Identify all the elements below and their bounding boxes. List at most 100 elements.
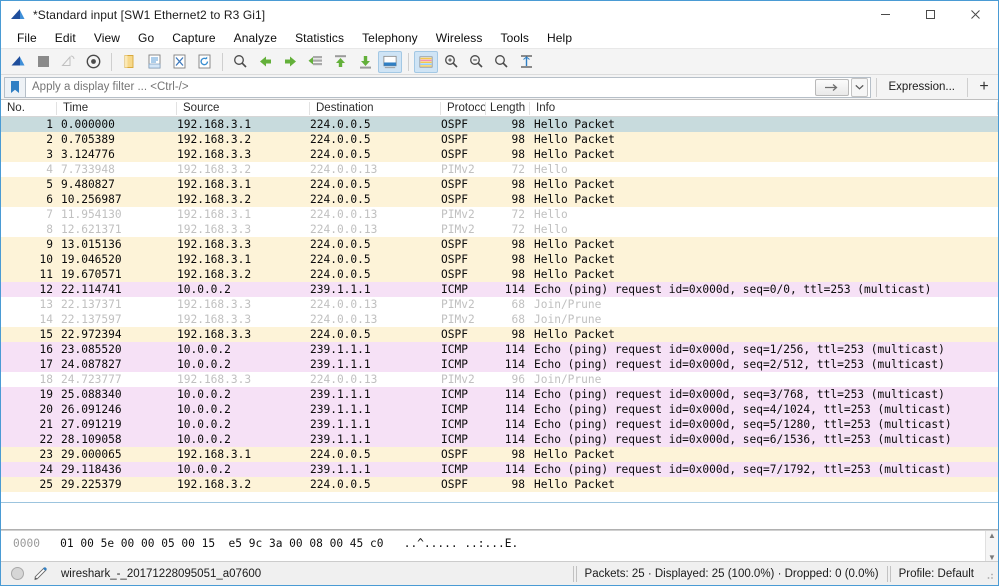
packet-row[interactable]: 9 13.015136 192.168.3.3 224.0.0.5 OSPF 98 Hell…: [1, 237, 998, 252]
expression-button[interactable]: Expression...: [882, 78, 962, 96]
packet-row[interactable]: 12 22.114741 10.0.0.2 239.1.1.1 ICMP 114 Echo …: [1, 282, 998, 297]
packet-row[interactable]: 14 22.137597 192.168.3.3 224.0.0.13 PIMv2 68 J…: [1, 312, 998, 327]
go-back-button[interactable]: [253, 51, 277, 73]
packet-row[interactable]: 23 29.000065 192.168.3.1 224.0.0.5 OSPF 98 Hel…: [1, 447, 998, 462]
menu-analyze[interactable]: Analyze: [225, 29, 286, 48]
packet-cell-time: 22.137371: [61, 298, 122, 311]
chevron-up-icon[interactable]: ▲: [988, 531, 996, 540]
minimize-button[interactable]: [863, 1, 908, 28]
menu-capture[interactable]: Capture: [163, 29, 224, 48]
packet-cell-length: 72: [511, 163, 525, 176]
menu-tools[interactable]: Tools: [492, 29, 539, 48]
packet-row[interactable]: 8 12.621371 192.168.3.3 224.0.0.13 PIMv2 72 He…: [1, 222, 998, 237]
column-header-info[interactable]: Info: [530, 100, 998, 117]
search-input[interactable]: [26, 80, 815, 94]
bytes-pane-scrollbar[interactable]: ▲ ▼: [985, 531, 998, 561]
packet-row[interactable]: 22 28.109058 10.0.0.2 239.1.1.1 ICMP 114 Echo …: [1, 432, 998, 447]
column-header-destination[interactable]: Destination: [310, 100, 441, 117]
bookmark-icon[interactable]: [4, 76, 25, 98]
packet-row[interactable]: 18 24.723777 192.168.3.3 224.0.0.13 PIMv2 96 J…: [1, 372, 998, 387]
resize-columns-button[interactable]: [514, 51, 538, 73]
menu-wireless[interactable]: Wireless: [427, 29, 492, 48]
packet-cell-length: 98: [511, 133, 525, 146]
packet-cell-info: Hello Packet: [534, 133, 615, 146]
packet-row[interactable]: 2 0.705389 192.168.3.2 224.0.0.5 OSPF 98 Hello…: [1, 132, 998, 147]
chevron-down-icon[interactable]: ▼: [988, 553, 996, 561]
stop-capture-button[interactable]: [31, 51, 55, 73]
zoom-reset-button[interactable]: [489, 51, 513, 73]
packet-row[interactable]: 7 11.954130 192.168.3.1 224.0.0.13 PIMv2 72 He…: [1, 207, 998, 222]
reload-file-button[interactable]: [192, 51, 216, 73]
packet-row[interactable]: 3 3.124776 192.168.3.3 224.0.0.5 OSPF 98 Hello…: [1, 147, 998, 162]
packet-row[interactable]: 11 19.670571 192.168.3.2 224.0.0.5 OSPF 98 Hel…: [1, 267, 998, 282]
resize-grip-icon[interactable]: [981, 567, 995, 581]
packet-row[interactable]: 4 7.733948 192.168.3.2 224.0.0.13 PIMv2 72 Hel…: [1, 162, 998, 177]
packet-cell-protocol: ICMP: [441, 433, 468, 446]
column-header-length[interactable]: Length: [486, 100, 530, 117]
find-packet-button[interactable]: [228, 51, 252, 73]
packet-row[interactable]: 10 19.046520 192.168.3.1 224.0.0.5 OSPF 98 Hel…: [1, 252, 998, 267]
packet-row[interactable]: 16 23.085520 10.0.0.2 239.1.1.1 ICMP 114 Echo …: [1, 342, 998, 357]
column-header-time[interactable]: Time: [57, 100, 177, 117]
menu-telephony[interactable]: Telephony: [353, 29, 427, 48]
status-bar: wireshark_-_20171228095051_a07600 Packet…: [1, 561, 998, 585]
go-to-first-packet-button[interactable]: [328, 51, 352, 73]
packet-cell-destination: 224.0.0.5: [310, 133, 371, 146]
packet-row[interactable]: 19 25.088340 10.0.0.2 239.1.1.1 ICMP 114 Echo …: [1, 387, 998, 402]
zoom-in-button[interactable]: [439, 51, 463, 73]
capture-options-button[interactable]: [81, 51, 105, 73]
packet-row[interactable]: 1 0.000000 192.168.3.1 224.0.0.5 OSPF 98 Hello…: [1, 117, 998, 132]
menu-view[interactable]: View: [85, 29, 129, 48]
packet-cell-protocol: PIMv2: [441, 208, 475, 221]
annotation-pencil-icon[interactable]: [33, 566, 49, 582]
packet-list-rows[interactable]: 1 0.000000 192.168.3.1 224.0.0.5 OSPF 98 Hello…: [1, 117, 998, 502]
apply-filter-button[interactable]: [814, 78, 849, 96]
profile-label[interactable]: Profile: Default: [892, 568, 981, 580]
packet-row[interactable]: 20 26.091246 10.0.0.2 239.1.1.1 ICMP 114 Echo …: [1, 402, 998, 417]
save-file-button[interactable]: [142, 51, 166, 73]
go-forward-button[interactable]: [278, 51, 302, 73]
packet-cell-info: Join/Prune: [534, 313, 602, 326]
packet-cell-source: 192.168.3.1: [177, 208, 252, 221]
packet-row[interactable]: 15 22.972394 192.168.3.3 224.0.0.5 OSPF 98 Hel…: [1, 327, 998, 342]
packet-row[interactable]: 21 27.091219 10.0.0.2 239.1.1.1 ICMP 114 Echo …: [1, 417, 998, 432]
packet-cell-no: 1: [46, 118, 53, 131]
column-header-source[interactable]: Source: [177, 100, 310, 117]
restart-capture-button[interactable]: [56, 51, 80, 73]
packet-row[interactable]: 13 22.137371 192.168.3.3 224.0.0.13 PIMv2 68 J…: [1, 297, 998, 312]
capture-status-circle-icon[interactable]: [11, 567, 24, 580]
packet-cell-destination: 224.0.0.13: [310, 373, 378, 386]
packet-row[interactable]: 24 29.118436 10.0.0.2 239.1.1.1 ICMP 114 Echo …: [1, 462, 998, 477]
menu-go[interactable]: Go: [129, 29, 163, 48]
close-file-button[interactable]: [167, 51, 191, 73]
close-button[interactable]: [953, 1, 998, 28]
open-file-button[interactable]: [117, 51, 141, 73]
packet-row[interactable]: 17 24.087827 10.0.0.2 239.1.1.1 ICMP 114 Echo …: [1, 357, 998, 372]
column-header-no[interactable]: No.: [1, 100, 57, 117]
add-filter-button[interactable]: +: [973, 77, 995, 98]
menu-help[interactable]: Help: [538, 29, 581, 48]
chevron-down-icon[interactable]: [850, 77, 868, 97]
packet-row[interactable]: 6 10.256987 192.168.3.2 224.0.0.5 OSPF 98 Hell…: [1, 192, 998, 207]
colorize-packets-button[interactable]: [414, 50, 438, 73]
go-to-packet-button[interactable]: [303, 51, 327, 73]
go-to-last-packet-button[interactable]: [353, 51, 377, 73]
packet-cell-time: 3.124776: [61, 148, 115, 161]
packet-row[interactable]: 5 9.480827 192.168.3.1 224.0.0.5 OSPF 98 Hello…: [1, 177, 998, 192]
packet-cell-no: 10: [39, 253, 53, 266]
menu-statistics[interactable]: Statistics: [286, 29, 353, 48]
column-header-protocol[interactable]: Protocol: [441, 100, 486, 117]
maximize-button[interactable]: [908, 1, 953, 28]
packet-row[interactable]: 25 29.225379 192.168.3.2 224.0.0.5 OSPF 98 Hel…: [1, 477, 998, 492]
packet-detail-pane[interactable]: [1, 503, 998, 530]
zoom-out-button[interactable]: [464, 51, 488, 73]
start-capture-button[interactable]: [6, 51, 30, 73]
menu-file[interactable]: File: [8, 29, 46, 48]
menu-edit[interactable]: Edit: [46, 29, 85, 48]
packet-cell-destination: 224.0.0.5: [310, 118, 371, 131]
auto-scroll-button[interactable]: [378, 50, 402, 73]
display-filter-field[interactable]: [25, 76, 871, 98]
packet-cell-time: 27.091219: [61, 418, 122, 431]
packet-cell-source: 10.0.0.2: [177, 403, 231, 416]
packet-bytes-pane[interactable]: 0000 01 00 5e 00 00 05 00 15 e5 9c 3a 00…: [1, 530, 998, 561]
